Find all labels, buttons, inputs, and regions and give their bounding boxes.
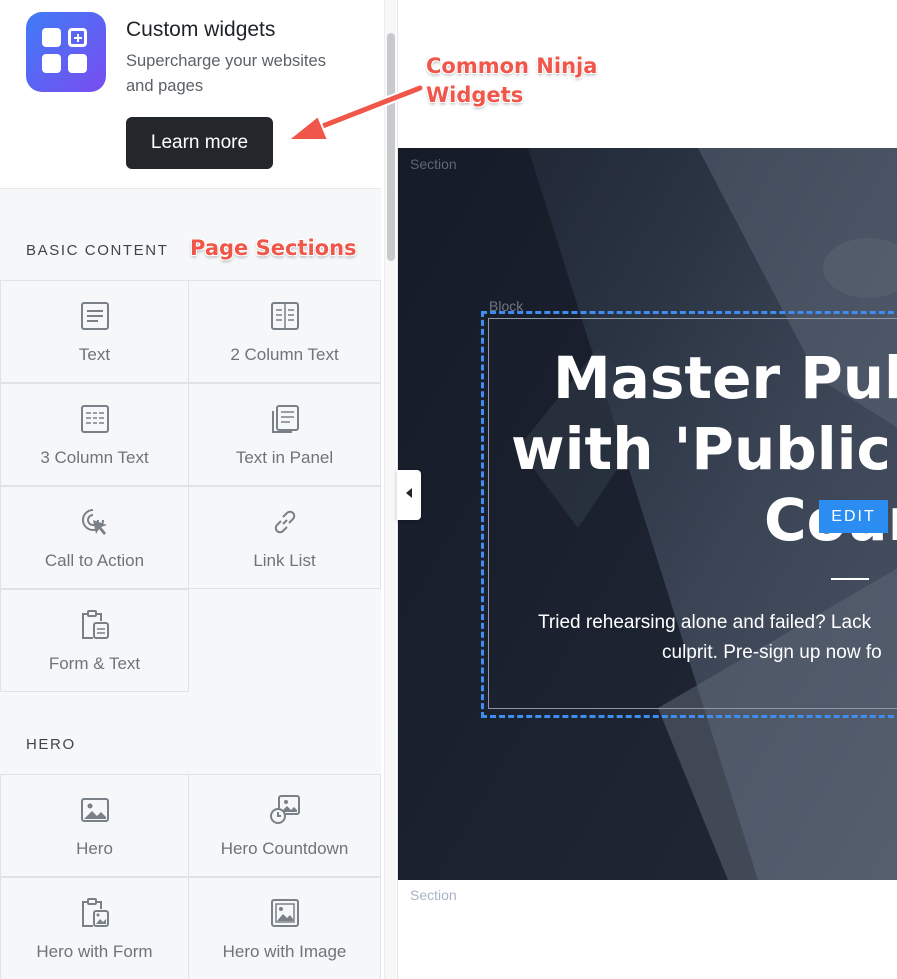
annotation-page-sections: Page Sections (190, 236, 357, 260)
block-label: Form & Text (48, 654, 141, 673)
widget-grid-plus-icon (26, 12, 106, 92)
annotation-common-ninja-widgets: Common Ninja Widgets (426, 54, 598, 107)
link-icon (268, 505, 302, 539)
page-canvas: Section Block Master Public with 'Public… (397, 0, 897, 979)
hero-heading: HERO (26, 736, 76, 753)
block-label: Hero with Form (36, 942, 153, 961)
two-column-text-icon (268, 299, 302, 333)
block-label: Call to Action (44, 551, 145, 570)
collapse-sidebar-button[interactable] (397, 470, 421, 520)
block-form-and-text[interactable]: Form & Text (0, 589, 189, 692)
block-label: Hero (76, 839, 113, 858)
block-hero-countdown[interactable]: Hero Countdown (188, 774, 381, 877)
text-panel-icon (268, 402, 302, 436)
block-label: 3 Column Text (40, 448, 149, 467)
hero-title-line: Master Public (553, 344, 897, 412)
block-three-column-text[interactable]: 3 Column Text (0, 383, 189, 486)
image-icon (78, 793, 112, 827)
clipboard-form-icon (78, 608, 112, 642)
basic-content-heading: BASIC CONTENT (26, 242, 169, 259)
block-label: Hero with Image (222, 942, 347, 961)
block-text[interactable]: Text (0, 280, 189, 383)
clipboard-image-icon (78, 896, 112, 930)
block-link-list[interactable]: Link List (188, 486, 381, 589)
block-hero-with-form[interactable]: Hero with Form (0, 877, 189, 979)
caret-left-icon (404, 486, 414, 504)
promo-title: Custom widgets (126, 18, 276, 41)
hero-subtitle-line: Tried rehearsing alone and failed? Lack (538, 612, 872, 633)
three-column-text-icon (78, 402, 112, 436)
block-text-in-panel[interactable]: Text in Panel (188, 383, 381, 486)
edit-button[interactable]: EDIT (819, 500, 888, 533)
text-icon (78, 299, 112, 333)
block-hero-with-image[interactable]: Hero with Image (188, 877, 381, 979)
section-label: Section (410, 156, 457, 172)
image-clock-icon (268, 793, 302, 827)
hero-section[interactable]: Section Block Master Public with 'Public… (398, 148, 897, 880)
block-call-to-action[interactable]: Call to Action (0, 486, 189, 589)
hero-subtitle-line: culprit. Pre-sign up now fo (662, 642, 882, 663)
block-label: Link List (253, 551, 316, 570)
block-hero[interactable]: Hero (0, 774, 189, 877)
hero-subtitle[interactable]: Tried rehearsing alone and failed? Lack … (538, 608, 897, 668)
block-two-column-text[interactable]: 2 Column Text (188, 280, 381, 383)
cursor-click-icon (78, 505, 112, 539)
learn-more-button[interactable]: Learn more (126, 117, 273, 169)
title-divider (831, 578, 869, 580)
hero-title-line: with 'Public Spe (511, 415, 897, 483)
block-label: 2 Column Text (230, 345, 339, 364)
block-label: Hero Countdown (220, 839, 349, 858)
block-label: Text (78, 345, 111, 364)
lower-section-label: Section (410, 887, 457, 903)
framed-image-icon (268, 896, 302, 930)
annotation-arrow-icon (285, 83, 425, 141)
block-label: Text in Panel (235, 448, 334, 467)
